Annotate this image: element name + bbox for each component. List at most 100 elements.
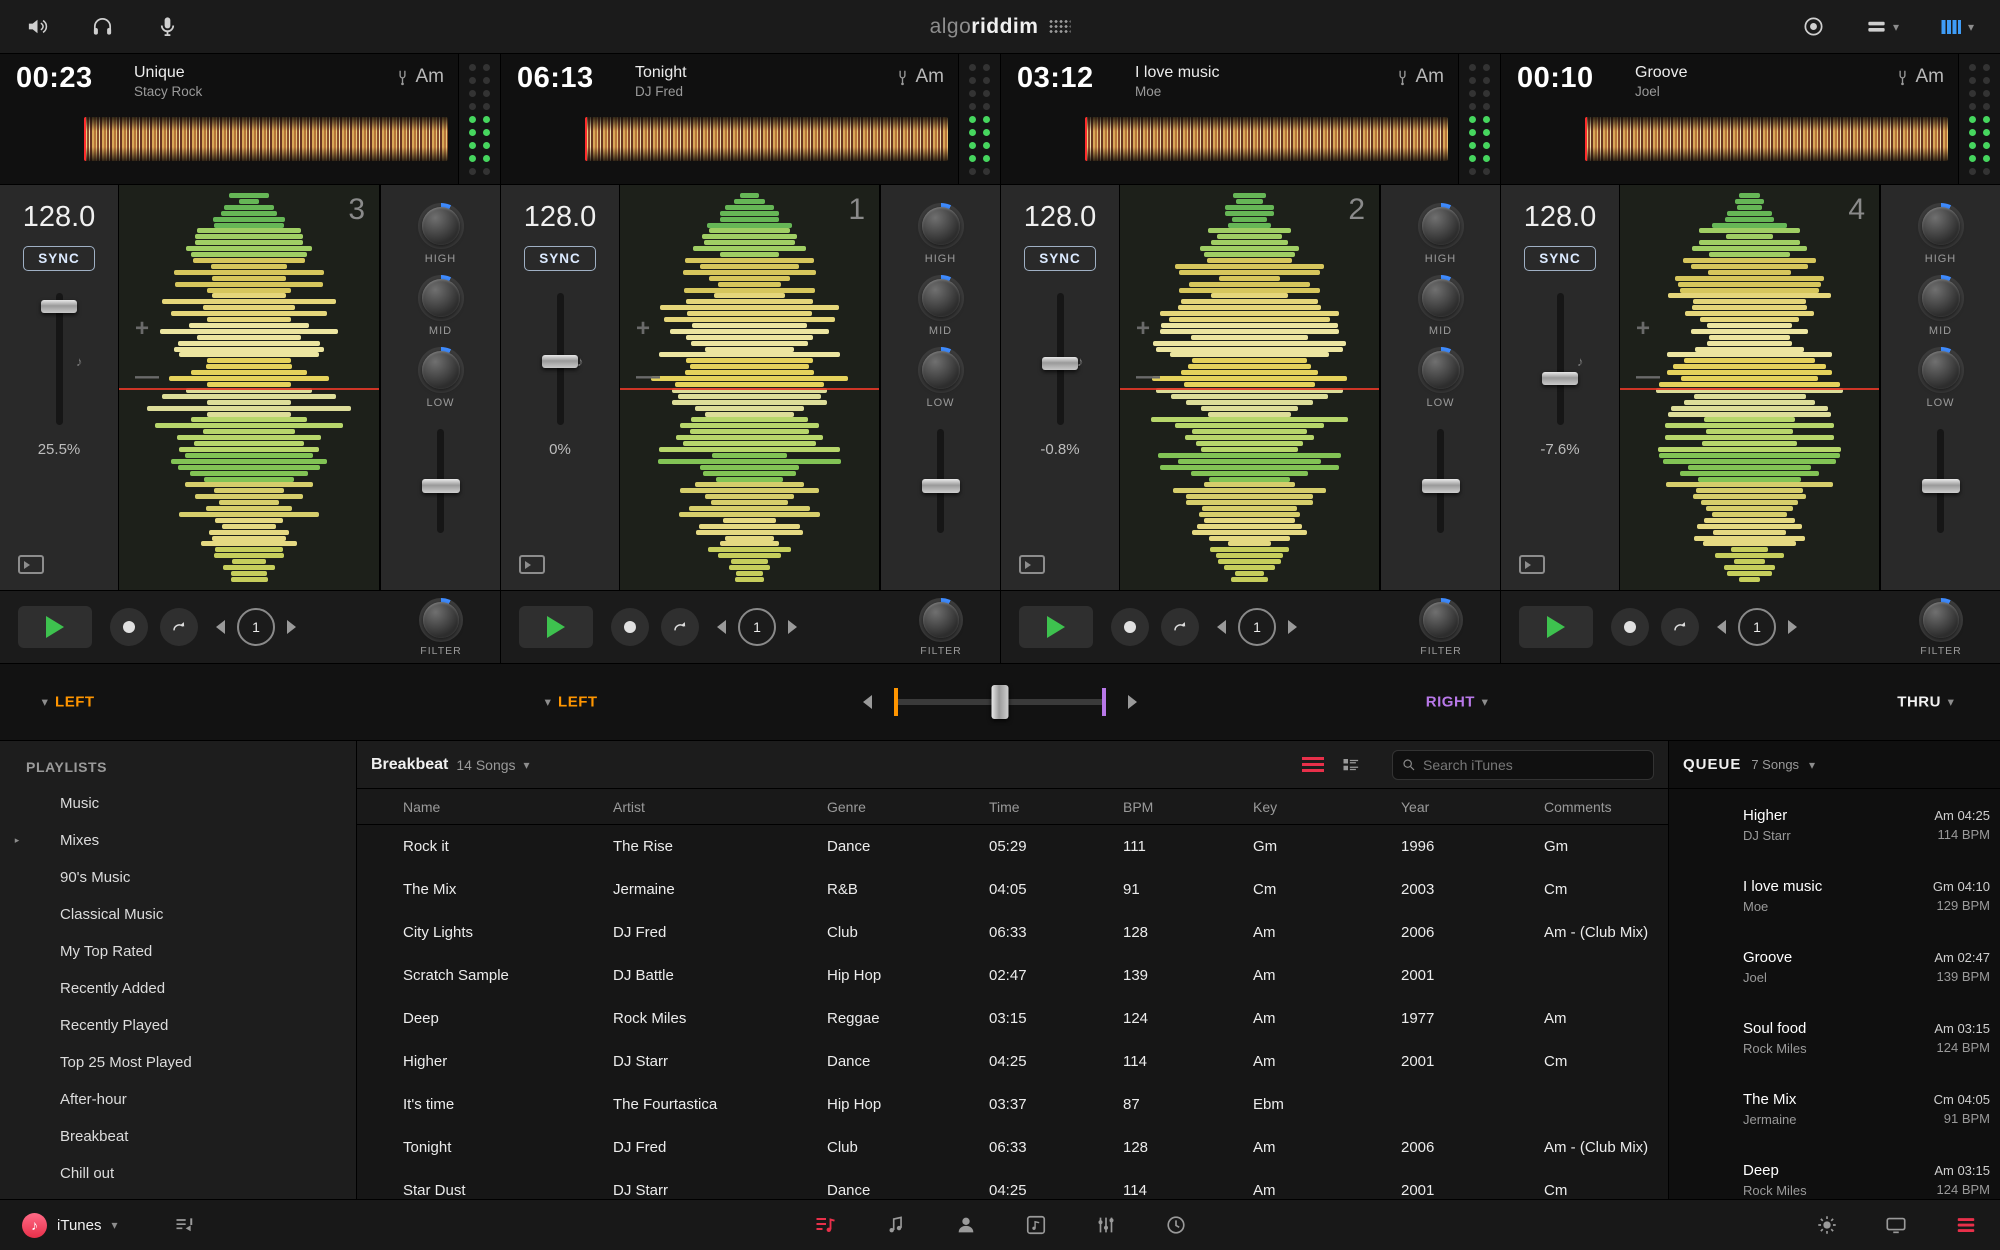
loop-halve-button[interactable] (1717, 620, 1726, 634)
loop-button[interactable]: 1 (738, 608, 776, 646)
history-view-icon[interactable] (1165, 1214, 1187, 1236)
queue-item[interactable]: ✓ Groove Joel Am 02:47 139 BPM (1669, 931, 2000, 1002)
pitch-slider-handle[interactable] (542, 355, 578, 369)
deck-waveform[interactable]: + — 3 (118, 185, 380, 590)
column-artist[interactable]: Artist (613, 799, 827, 815)
pitch-slider[interactable]: ♪ (542, 293, 584, 425)
volume-fader-handle[interactable] (421, 478, 460, 493)
sync-button[interactable]: SYNC (23, 246, 95, 271)
list-view-icon[interactable] (1302, 757, 1324, 772)
sidebar-playlist-item[interactable]: Chill out (0, 1155, 356, 1192)
load-track-icon[interactable] (1019, 555, 1045, 574)
column-time[interactable]: Time (989, 799, 1123, 815)
queue-item[interactable]: ✓ Higher DJ Starr Am 04:25 114 BPM (1669, 789, 2000, 860)
loop-halve-button[interactable] (1217, 620, 1226, 634)
table-row[interactable]: ✓ Star Dust DJ Starr Dance 04:25 114 Am … (357, 1169, 1668, 1199)
deck-waveform[interactable]: + — 4 (1619, 185, 1880, 590)
sidebar-playlist-item[interactable]: Top 25 Most Played (0, 1044, 356, 1081)
loop-halve-button[interactable] (216, 620, 225, 634)
queue-toggle-icon[interactable] (1954, 1214, 1978, 1236)
zoom-out-icon[interactable]: — (135, 363, 159, 391)
sidebar-playlist-item[interactable]: Recently Played (0, 1007, 356, 1044)
eq-mid-knob[interactable] (1917, 275, 1964, 321)
source-selector[interactable]: iTunes ▾ (22, 1212, 196, 1238)
layout-selector-icon[interactable]: ▾ (1865, 15, 1899, 38)
loop-double-button[interactable] (1788, 620, 1797, 634)
play-button[interactable] (1019, 606, 1093, 648)
sync-button[interactable]: SYNC (1524, 246, 1596, 271)
sidebar-playlist-item[interactable]: Music (0, 785, 356, 822)
zoom-out-icon[interactable]: — (1136, 363, 1160, 391)
deck-overview-waveform[interactable] (1085, 117, 1448, 161)
eq-high-knob[interactable] (417, 203, 464, 249)
headphones-icon[interactable] (91, 15, 114, 38)
playlists-view-icon[interactable] (813, 1213, 837, 1237)
table-row[interactable]: ✓ Rock it The Rise Dance 05:29 111 Gm 19… (357, 825, 1668, 868)
loop-double-button[interactable] (788, 620, 797, 634)
volume-fader[interactable] (1421, 429, 1460, 533)
table-row[interactable]: ✓ City Lights DJ Fred Club 06:33 128 Am … (357, 911, 1668, 954)
zoom-in-icon[interactable]: + (1636, 315, 1650, 343)
table-row[interactable]: ✓ Tonight DJ Fred Club 06:33 128 Am 2006… (357, 1126, 1668, 1169)
loop-double-button[interactable] (287, 620, 296, 634)
table-row[interactable]: ✓ Scratch Sample DJ Battle Hip Hop 02:47… (357, 954, 1668, 997)
eq-high-knob[interactable] (917, 203, 964, 249)
volume-fader-handle[interactable] (921, 478, 960, 493)
low-light-mode-icon[interactable] (1816, 1214, 1838, 1236)
songs-view-icon[interactable] (885, 1214, 907, 1236)
sync-button[interactable]: SYNC (1024, 246, 1096, 271)
deck-overview-waveform[interactable] (1585, 117, 1948, 161)
queue-item[interactable]: ✓ The Mix Jermaine Cm 04:05 91 BPM (1669, 1073, 2000, 1144)
pitch-slider[interactable]: ♪ (1042, 293, 1084, 425)
speaker-icon[interactable] (26, 15, 49, 38)
eq-mid-knob[interactable] (1417, 275, 1464, 321)
cue-set-button[interactable] (110, 608, 148, 646)
cue-jump-button[interactable] (661, 608, 699, 646)
eq-low-knob[interactable] (917, 347, 964, 393)
caret-down-icon[interactable]: ▾ (524, 758, 530, 772)
expander-icon[interactable]: ▸ (10, 835, 24, 846)
eq-high-knob[interactable] (1417, 203, 1464, 249)
queue-item[interactable]: ✓ I love music Moe Gm 04:10 129 BPM (1669, 860, 2000, 931)
sidebar-playlist-item[interactable]: Classical Music (0, 896, 356, 933)
column-name[interactable]: Name (403, 799, 613, 815)
table-row[interactable]: ✓ Deep Rock Miles Reggae 03:15 124 Am 19… (357, 997, 1668, 1040)
loop-button[interactable]: 1 (1738, 608, 1776, 646)
eq-low-knob[interactable] (1417, 347, 1464, 393)
sidebar-playlist-item[interactable]: Breakbeat (0, 1118, 356, 1155)
deck-output-selector-left-b[interactable]: ▾ LEFT (545, 694, 598, 711)
zoom-in-icon[interactable]: + (135, 315, 149, 343)
cue-jump-button[interactable] (1661, 608, 1699, 646)
volume-fader[interactable] (921, 429, 960, 533)
record-icon[interactable] (1802, 15, 1825, 38)
albums-view-icon[interactable] (1025, 1214, 1047, 1236)
loop-halve-button[interactable] (717, 620, 726, 634)
pitch-slider[interactable]: ♪ (41, 293, 83, 425)
sidebar-playlist-item[interactable]: ▸ Mixes (0, 822, 356, 859)
volume-fader[interactable] (1921, 429, 1960, 533)
loop-button[interactable]: 1 (237, 608, 275, 646)
cue-jump-button[interactable] (1161, 608, 1199, 646)
column-key[interactable]: Key (1253, 799, 1401, 815)
zoom-out-icon[interactable]: — (636, 363, 660, 391)
artists-view-icon[interactable] (955, 1214, 977, 1236)
filter-knob[interactable] (1419, 597, 1463, 642)
genres-view-icon[interactable] (1095, 1214, 1117, 1236)
play-button[interactable] (1519, 606, 1593, 648)
filter-knob[interactable] (919, 597, 963, 642)
column-bpm[interactable]: BPM (1123, 799, 1253, 815)
display-mode-icon[interactable] (1884, 1214, 1908, 1236)
crossfader-track[interactable] (894, 685, 1106, 719)
filter-knob[interactable] (419, 597, 463, 642)
volume-fader-handle[interactable] (1421, 478, 1460, 493)
cue-set-button[interactable] (1611, 608, 1649, 646)
eq-mid-knob[interactable] (917, 275, 964, 321)
crossfader-left-arrow[interactable] (863, 695, 872, 709)
loop-button[interactable]: 1 (1238, 608, 1276, 646)
pitch-slider-handle[interactable] (1042, 356, 1078, 370)
load-track-icon[interactable] (18, 555, 44, 574)
load-track-icon[interactable] (519, 555, 545, 574)
crossfader-handle[interactable] (991, 685, 1009, 719)
microphone-icon[interactable] (156, 15, 179, 38)
zoom-in-icon[interactable]: + (636, 315, 650, 343)
